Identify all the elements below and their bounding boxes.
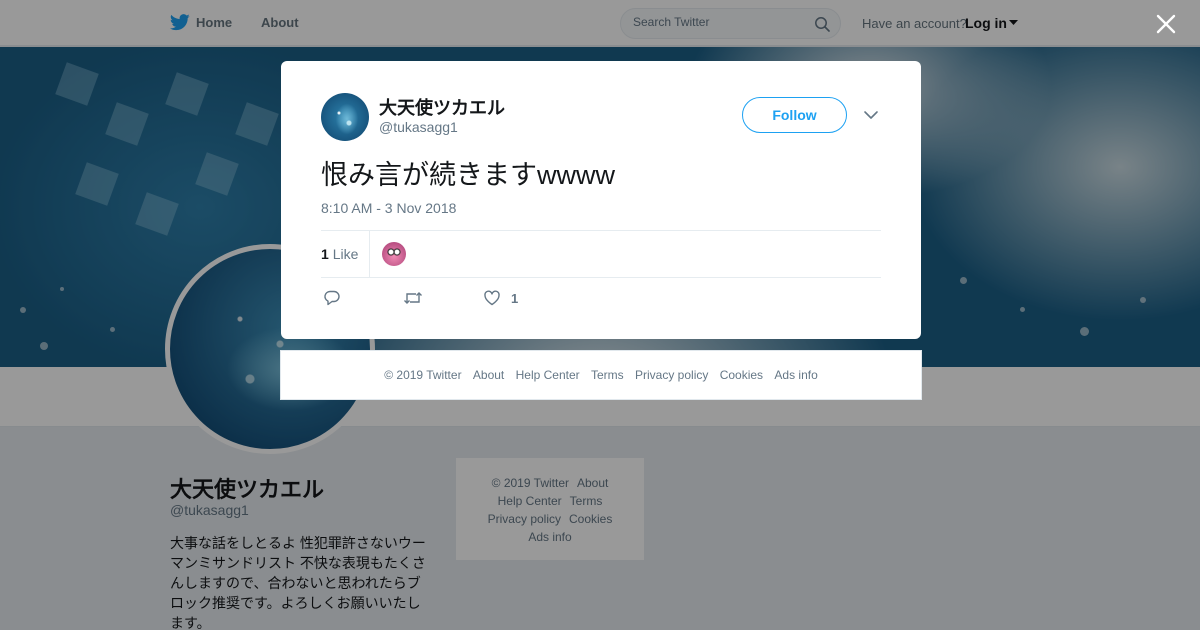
liker-avatar[interactable] [382,242,406,266]
footer-ads-link[interactable]: Ads info [774,368,817,382]
follow-button[interactable]: Follow [742,97,847,133]
tweet-text: 恨み言が続きますwwww [321,160,615,190]
retweet-icon [404,292,422,304]
footer-help-link[interactable]: Help Center [516,368,580,382]
footer-privacy-link[interactable]: Privacy policy [635,368,708,382]
likes-count: 1 [321,246,329,262]
likes-stat[interactable]: 1 Like [321,246,358,262]
tweet-stats: 1 Like [321,230,881,278]
footer-cookies-link[interactable]: Cookies [720,368,763,382]
retweet-button[interactable] [403,289,423,307]
tweet-card: 大天使ツカエル @tukasagg1 Follow 恨み言が続きますwwww 8… [281,61,921,339]
tweet-author-avatar[interactable] [321,93,369,141]
stats-divider [369,231,370,277]
modal-footer: © 2019 Twitter About Help Center Terms P… [280,350,922,400]
footer-copyright: © 2019 Twitter [384,368,462,382]
reply-icon [324,290,340,306]
like-action-count: 1 [511,290,519,306]
tweet-author-handle[interactable]: @tukasagg1 [379,119,458,135]
close-icon[interactable] [1154,12,1178,36]
footer-terms-link[interactable]: Terms [591,368,624,382]
chevron-down-icon[interactable] [863,107,879,123]
like-button[interactable]: 1 [483,289,518,307]
likes-label: Like [332,246,359,262]
tweet-author-name[interactable]: 大天使ツカエル [379,94,505,120]
tweet-actions: 1 [321,289,621,309]
heart-icon [484,290,500,306]
tweet-timestamp[interactable]: 8:10 AM - 3 Nov 2018 [321,200,456,216]
footer-about-link[interactable]: About [473,368,504,382]
reply-button[interactable] [323,289,341,307]
